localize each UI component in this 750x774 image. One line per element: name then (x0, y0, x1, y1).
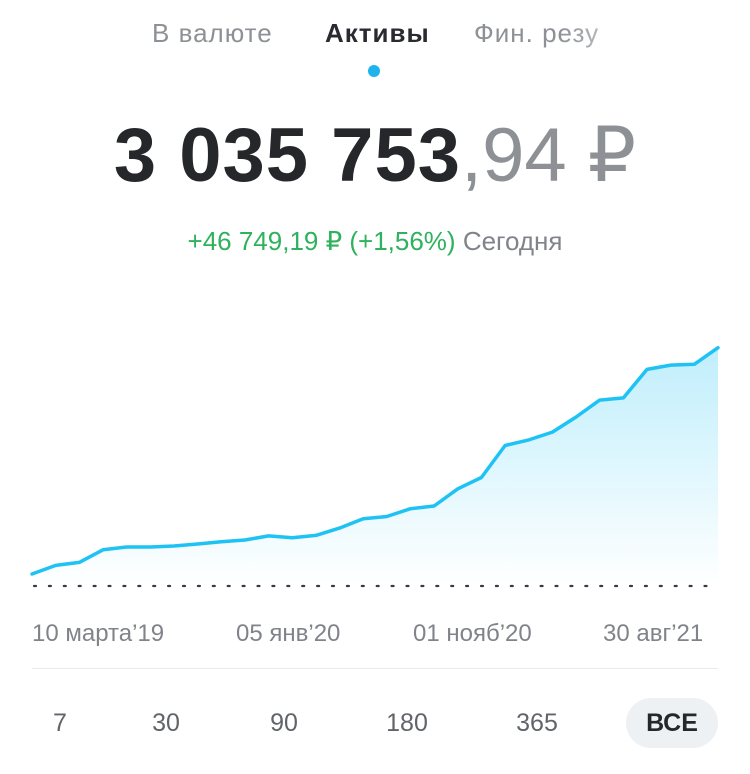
date-label-2: 05 янв’20 (236, 620, 341, 647)
period-all-button[interactable]: ВСЕ (626, 698, 718, 748)
divider (32, 668, 718, 669)
active-tab-indicator (368, 65, 380, 77)
daily-change: +46 749,19 ₽ (+1,56%) Сегодня (0, 226, 750, 257)
period-365-button[interactable]: 365 (500, 698, 574, 748)
balance-fraction: ,94 ₽ (460, 113, 637, 198)
date-label-4: 30 авг’21 (603, 620, 704, 647)
period-7-button[interactable]: 7 (30, 698, 90, 748)
daily-change-period: Сегодня (462, 226, 563, 256)
total-balance: 3 035 753,94 ₽ (0, 118, 750, 194)
chart-x-axis: 10 марта’19 05 янв’20 01 нояб’20 30 авг’… (0, 620, 750, 654)
period-selector: 7 30 90 180 365 ВСЕ (0, 698, 750, 750)
balance-integer: 3 035 753 (113, 113, 461, 198)
period-30-button[interactable]: 30 (136, 698, 196, 748)
tab-fade-overlay (560, 0, 750, 70)
date-label-3: 01 нояб’20 (413, 620, 532, 647)
period-180-button[interactable]: 180 (372, 698, 442, 748)
period-90-button[interactable]: 90 (252, 698, 316, 748)
date-label-1: 10 марта’19 (32, 620, 165, 647)
daily-change-value: +46 749,19 ₽ (+1,56%) (187, 226, 456, 256)
tab-currency[interactable]: В валюте (152, 18, 273, 49)
tab-bar: В валюте Активы Фин. резу (0, 0, 750, 90)
tab-assets[interactable]: Активы (325, 18, 430, 49)
assets-chart[interactable] (0, 300, 750, 600)
chart-area-fill (32, 347, 718, 586)
